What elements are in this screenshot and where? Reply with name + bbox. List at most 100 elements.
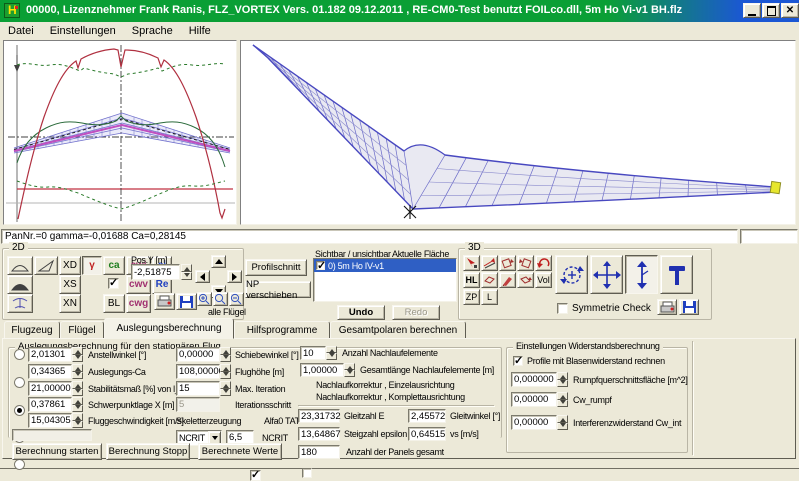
zoom-in-button[interactable] [197,292,212,306]
spin-down[interactable] [557,400,568,408]
print-2d-button[interactable] [154,293,175,310]
blasenwiderstand-checkbox[interactable] [513,356,523,366]
rotate-left-panel-button[interactable] [499,255,516,271]
panel-twist-button[interactable] [517,272,534,288]
ca-button[interactable]: ca [103,256,125,275]
stabilitaetsmass-input[interactable] [29,382,75,395]
pan-left-button[interactable] [195,270,210,283]
view-profile-outline-button[interactable] [7,256,33,275]
spin-up[interactable] [72,347,83,355]
list-item-selected[interactable]: 0) 5m Ho IV-v1 [314,259,456,272]
ca-checkbox[interactable] [108,278,119,289]
spin-down[interactable] [344,370,355,377]
spin-down[interactable] [72,389,83,397]
rotate-right-panel-button[interactable] [517,255,534,271]
cwg-button[interactable]: cwg [126,294,151,313]
spin-up[interactable] [72,364,83,372]
restore-button[interactable] [762,3,780,18]
spin-down[interactable] [220,372,231,380]
view-profile-filled-button[interactable] [7,275,33,294]
spin-up[interactable] [220,347,231,355]
xs-button[interactable]: XS [59,275,81,294]
tab-gesamtpolaren[interactable]: Gesamtpolaren berechnen [330,321,466,339]
komplettausrichtung-checkbox[interactable] [302,468,312,478]
symmetrie-check-checkbox[interactable] [557,303,568,314]
menu-sprache[interactable]: Sprache [124,24,181,38]
spin-up[interactable] [557,372,568,380]
spin-up[interactable] [557,392,568,400]
nachlauf-laenge-input[interactable] [301,365,347,377]
panel-flat-button[interactable] [481,272,498,288]
xn-button[interactable]: XN [59,294,81,313]
view-airfoil-button[interactable] [7,294,33,313]
berechnete-werte-button[interactable]: Berechnete Werte [198,443,282,460]
menu-hilfe[interactable]: Hilfe [181,24,219,38]
zoom-out-button[interactable] [229,292,244,306]
flughoehe-input[interactable] [177,365,223,378]
posy-spin-down[interactable] [181,272,192,280]
list-item-visible-checkbox[interactable] [316,261,325,270]
cw-int-input[interactable] [512,416,560,429]
spin-down[interactable] [220,389,231,397]
spin-down[interactable] [72,372,83,380]
save-3d-button[interactable] [679,299,699,315]
zoom-reset-button[interactable] [213,292,228,306]
print-3d-button[interactable] [657,299,677,315]
nachlauf-count-input[interactable] [301,348,329,360]
spin-down[interactable] [557,380,568,388]
tab-flugzeug[interactable]: Flugzeug [4,321,60,339]
move-mode-button[interactable] [590,255,623,294]
posy-spin-up[interactable] [181,264,192,272]
close-button[interactable]: ✕ [781,3,799,18]
rotate-mode-button[interactable] [555,255,588,294]
fluggeschwindigkeit-input[interactable] [29,414,75,427]
spin-up[interactable] [220,364,231,372]
radio-auslegungs-ca[interactable] [14,377,25,388]
gleitwinkel-input[interactable] [409,411,449,423]
tab-auslegungsberechnung[interactable]: Auslegungsberechnung [104,318,234,339]
cw-rumpf-input[interactable] [512,393,560,406]
gleitzahl-input[interactable] [299,411,343,423]
schiebewinkel-input[interactable] [177,348,223,361]
pick-point-button[interactable] [463,255,480,271]
flaechen-listbox[interactable]: 0) 5m Ho IV-v1 [313,258,457,302]
spin-up[interactable] [72,413,83,421]
spin-down[interactable] [220,355,231,363]
bl-button[interactable]: BL [103,294,125,313]
berechnung-stopp-button[interactable]: Berechnung Stopp [106,443,190,460]
alfa0-tat-checkbox[interactable] [250,470,261,481]
rumpfflaeche-input[interactable] [512,373,560,386]
panels-gesamt-input[interactable] [299,447,343,459]
spin-down[interactable] [557,423,568,431]
view-3d-panel[interactable] [240,40,796,225]
spin-up[interactable] [557,415,568,423]
tab-fluegel[interactable]: Flügel [60,321,104,339]
radio-stabilitaetsmass[interactable] [14,405,25,416]
profilschnitt-button[interactable]: Profilschnitt [245,259,307,276]
spin-down[interactable] [72,421,83,429]
pan-up-button[interactable] [211,255,226,268]
np-verschieben-button[interactable]: NP verschieben [245,281,311,298]
flow-direction-button[interactable] [481,255,498,271]
pen-button[interactable] [499,272,516,288]
redo-button[interactable]: Redo [392,305,440,320]
menu-datei[interactable]: Datei [0,24,42,38]
spin-down[interactable] [72,355,83,363]
gamma-button[interactable]: γ [82,256,102,275]
plot-2d-panel[interactable] [3,40,237,225]
zp-button[interactable]: ZP [463,289,480,305]
tab-hilfsprogramme[interactable]: Hilfsprogramme [234,321,330,339]
spin-up[interactable] [72,381,83,389]
l-button[interactable]: L [481,289,498,305]
undo-button[interactable]: Undo [337,305,385,320]
spin-up[interactable] [220,381,231,389]
spin-up[interactable] [344,363,355,370]
berechnung-starten-button[interactable]: Berechnung starten [12,443,102,460]
pan-right-button[interactable] [227,270,242,283]
zoom-mode-button[interactable] [625,255,658,294]
hl-button[interactable]: HL [463,272,480,288]
posy-input[interactable] [132,265,183,279]
tools-mode-button[interactable] [660,255,693,294]
spin-down[interactable] [326,353,337,360]
radio-anstellwinkel[interactable] [14,349,25,360]
